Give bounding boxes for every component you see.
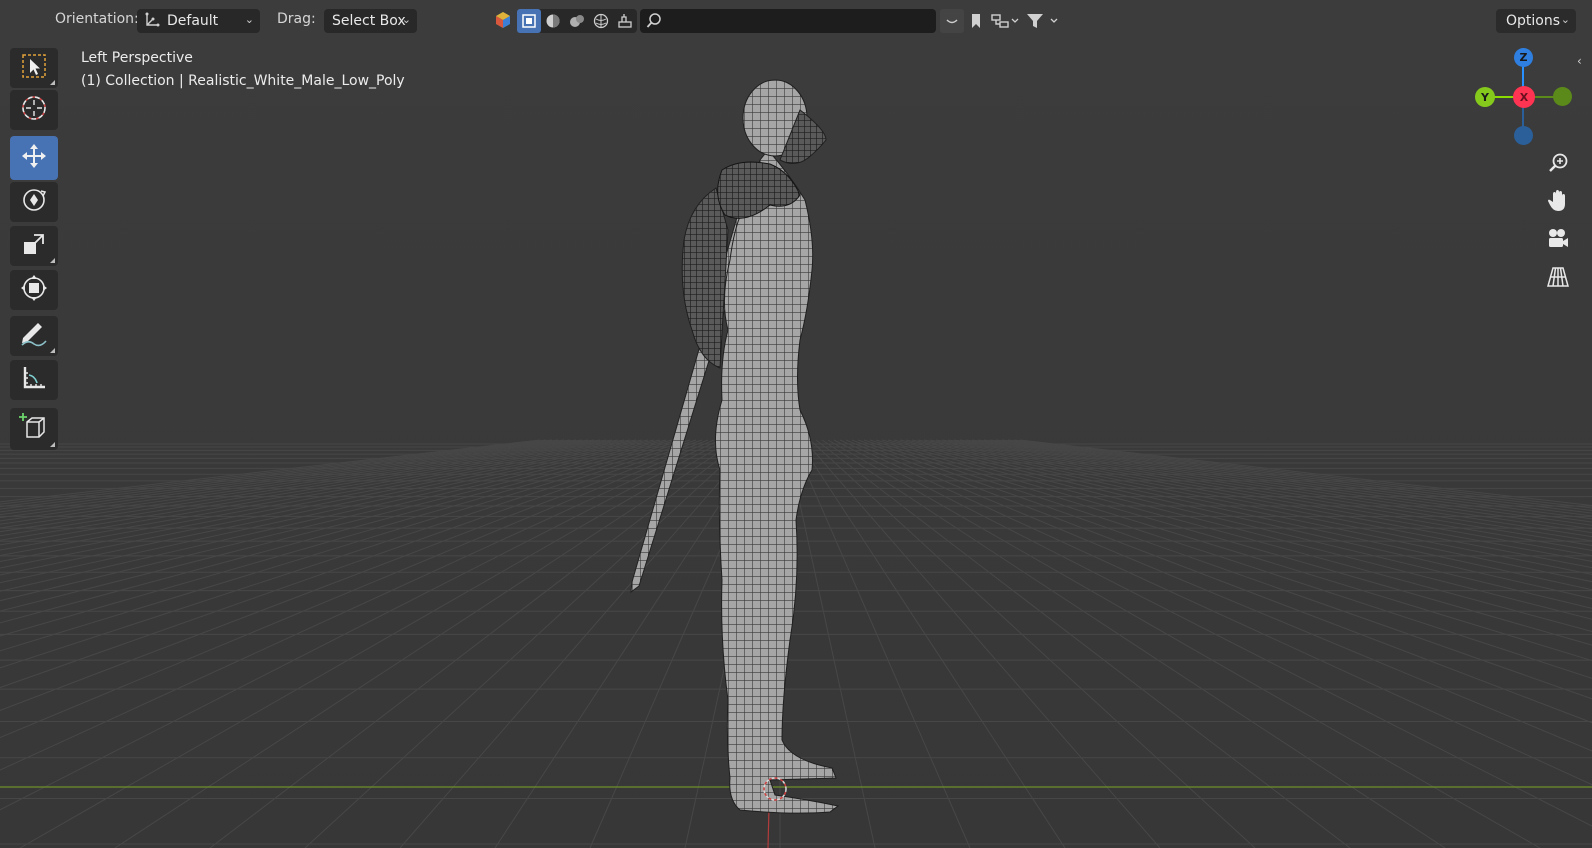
orientation-value: Default xyxy=(167,13,219,29)
z-axis-ball[interactable]: Z xyxy=(1514,48,1533,67)
drag-value: Select Box xyxy=(332,13,406,29)
options-label: Options xyxy=(1506,13,1561,29)
measure-icon xyxy=(19,363,49,397)
wireframe-shading-button[interactable] xyxy=(517,9,541,33)
orientation-label: Orientation: xyxy=(55,11,139,27)
annotate-icon xyxy=(18,319,50,353)
orientation-dropdown[interactable]: Default ⌄ xyxy=(137,9,260,33)
scale-icon xyxy=(20,230,48,262)
pan-button[interactable] xyxy=(1542,187,1574,219)
orientation-axes-icon xyxy=(143,11,161,33)
search-input[interactable] xyxy=(640,9,936,33)
chevron-down-icon: ⌄ xyxy=(401,13,411,26)
overlay-toggle-button[interactable] xyxy=(613,9,637,33)
perspective-toggle-button[interactable] xyxy=(1542,263,1574,295)
options-dropdown[interactable]: Options ⌄ xyxy=(1496,9,1576,33)
camera-icon xyxy=(1546,228,1570,254)
transform-icon xyxy=(19,273,49,307)
measure-tool[interactable] xyxy=(10,360,58,400)
3d-viewport[interactable] xyxy=(0,0,1592,848)
perspective-grid-icon xyxy=(1546,266,1570,292)
cursor-icon xyxy=(19,93,49,127)
collection-info-label: (1) Collection | Realistic_White_Male_Lo… xyxy=(81,73,405,89)
add-cube-tool[interactable] xyxy=(10,408,58,450)
solid-shading-button[interactable] xyxy=(541,9,565,33)
drag-dropdown[interactable]: Select Box ⌄ xyxy=(324,9,417,33)
annotate-tool[interactable] xyxy=(10,316,58,356)
rotate-tool[interactable] xyxy=(10,182,58,222)
neg-z-axis-ball[interactable] xyxy=(1514,126,1533,145)
select-box-icon xyxy=(20,52,48,84)
camera-view-button[interactable] xyxy=(1542,225,1574,257)
viewport-header: Orientation: Default ⌄ Drag: Select Box … xyxy=(0,0,1592,40)
navigation-gizmo[interactable]: Z Y X xyxy=(1465,45,1575,155)
sort-dropdown-icon[interactable] xyxy=(940,9,964,33)
rotate-icon xyxy=(19,185,49,219)
add-cube-icon xyxy=(18,411,50,447)
zoom-icon xyxy=(1547,152,1569,178)
cursor-tool[interactable] xyxy=(10,90,58,130)
rendered-shading-button[interactable] xyxy=(589,9,613,33)
transform-tool[interactable] xyxy=(10,270,58,310)
neg-y-axis-ball[interactable] xyxy=(1553,87,1572,106)
x-axis-ball[interactable]: X xyxy=(1513,86,1535,108)
drag-label: Drag: xyxy=(277,11,316,27)
filter-group xyxy=(940,9,1066,33)
filter-dropdown-icon[interactable] xyxy=(1022,9,1062,33)
sidebar-toggle-icon[interactable]: ‹ xyxy=(1577,54,1582,68)
chevron-down-icon: ⌄ xyxy=(244,13,254,26)
viewport-shading-group xyxy=(517,9,637,33)
material-preview-button[interactable] xyxy=(565,9,589,33)
object-types-icon[interactable] xyxy=(494,11,512,33)
bookmark-icon[interactable] xyxy=(964,9,988,33)
search-icon xyxy=(646,12,662,34)
move-icon xyxy=(19,141,49,175)
move-tool[interactable] xyxy=(10,136,58,180)
hierarchy-dropdown-icon[interactable] xyxy=(988,9,1022,33)
zoom-button[interactable] xyxy=(1542,149,1574,181)
select-box-tool[interactable] xyxy=(10,48,58,88)
pan-hand-icon xyxy=(1547,189,1569,217)
y-axis-ball[interactable]: Y xyxy=(1475,87,1495,107)
chevron-down-icon: ⌄ xyxy=(1560,13,1570,26)
scale-tool[interactable] xyxy=(10,226,58,266)
view-name-label: Left Perspective xyxy=(81,50,193,66)
viewport-info: Left Perspective (1) Collection | Realis… xyxy=(81,47,405,93)
